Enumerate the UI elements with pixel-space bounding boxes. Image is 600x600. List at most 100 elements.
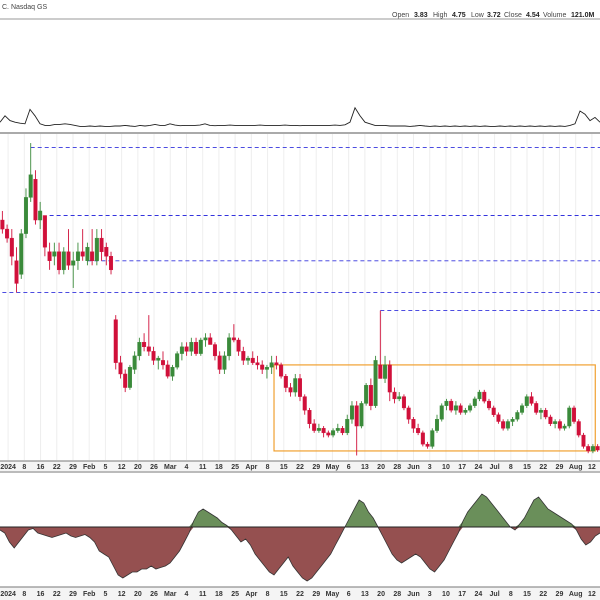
candle-body — [420, 432, 425, 445]
price-x-tick-label: 29 — [556, 464, 564, 471]
candle-body — [175, 353, 180, 368]
candle-body — [217, 355, 222, 370]
candle-body — [151, 351, 156, 361]
price-x-tick-label: May — [326, 464, 340, 471]
candle-body — [61, 251, 66, 271]
candle-body — [118, 362, 123, 375]
candle-body — [482, 391, 487, 402]
candle-body — [5, 228, 10, 239]
close-value: 4.54 — [526, 12, 540, 19]
price-x-tick-label: 24 — [474, 464, 482, 471]
osc-x-tick-label: 4 — [185, 591, 189, 598]
candle-body — [331, 430, 336, 436]
candle-body — [486, 400, 491, 409]
candle-body — [298, 378, 302, 397]
candle-body — [279, 364, 284, 377]
osc-x-tick-label: Apr — [245, 591, 257, 598]
candle-body — [132, 355, 137, 370]
candle-body — [538, 409, 543, 413]
osc-x-tick-label: 22 — [539, 591, 547, 598]
price-x-tick-label: 10 — [442, 464, 450, 471]
price-x-tick-label: 12 — [588, 464, 596, 471]
exchange-label: C. Nasdaq GS — [2, 4, 47, 11]
price-x-tick-label: Apr — [245, 464, 257, 471]
candle-body — [359, 403, 364, 427]
candle-body — [250, 357, 255, 363]
osc-x-tick-label: 26 — [150, 591, 158, 598]
candle-body — [274, 362, 279, 366]
candle-body — [80, 251, 85, 257]
candle-body — [387, 364, 392, 393]
candle-body — [47, 251, 52, 261]
candle-body — [104, 246, 109, 257]
price-x-tick-label: 8 — [22, 464, 26, 471]
candle-body — [468, 405, 473, 411]
candle-body — [430, 430, 435, 447]
price-x-tick-label: Aug — [569, 464, 583, 471]
candle-body — [562, 425, 567, 429]
candle-body — [524, 396, 529, 406]
candle-body — [194, 342, 199, 354]
candle-body — [316, 428, 321, 431]
osc-x-tick-label: Aug — [569, 591, 583, 598]
price-x-tick-label: 15 — [280, 464, 288, 471]
candle-body — [255, 362, 260, 366]
candle-body — [590, 446, 595, 452]
price-x-tick-label: 12 — [118, 464, 126, 471]
candle-body — [520, 405, 525, 413]
candle-body — [23, 197, 28, 234]
candle-body — [75, 251, 80, 261]
candle-body — [38, 210, 43, 221]
candle-body — [586, 446, 591, 452]
candle-body — [411, 419, 416, 429]
open-label: Open — [392, 12, 409, 19]
candle-body — [156, 357, 161, 361]
osc-x-tick-label: 17 — [458, 591, 466, 598]
candle-body — [543, 409, 548, 418]
candle-body — [354, 405, 359, 427]
candle-body — [71, 260, 76, 266]
candle-body — [52, 251, 57, 257]
candle-body — [453, 405, 458, 411]
candle-body — [246, 357, 251, 361]
candle-body — [222, 355, 227, 370]
close-label: Close — [504, 12, 522, 19]
osc-x-tick-label: 5 — [103, 591, 107, 598]
osc-x-tick-label: 8 — [266, 591, 270, 598]
candle-body — [42, 215, 47, 248]
candle-body — [123, 373, 128, 388]
candle-body — [293, 378, 298, 393]
osc-x-tick-label: 12 — [118, 591, 126, 598]
price-x-tick-label: 18 — [215, 464, 223, 471]
candle-body — [94, 237, 99, 261]
candle-body — [109, 256, 114, 271]
candle-body — [212, 344, 217, 357]
candle-body — [264, 366, 269, 370]
low-label: Low — [471, 12, 485, 19]
candle-body — [66, 251, 71, 266]
candle-body — [146, 346, 151, 352]
price-x-tick-label: 8 — [266, 464, 270, 471]
candle-body — [127, 366, 132, 388]
osc-x-tick-label: May — [326, 591, 340, 598]
candle-body — [595, 446, 600, 451]
osc-x-tick-label: 15 — [523, 591, 531, 598]
candle-body — [491, 407, 496, 415]
price-x-tick-label: 22 — [53, 464, 61, 471]
osc-x-tick-label: 6 — [347, 591, 351, 598]
candle-body — [378, 364, 383, 379]
candle-body — [435, 419, 440, 431]
candle-body — [576, 421, 581, 436]
price-x-tick-label: Feb — [83, 464, 95, 471]
candle-body — [312, 423, 317, 431]
osc-x-tick-label: 18 — [215, 591, 223, 598]
candle-body — [231, 337, 236, 341]
high-label: High — [433, 12, 448, 19]
candle-body — [349, 405, 354, 420]
price-x-tick-label: 6 — [347, 464, 351, 471]
candle-body — [227, 337, 232, 357]
candle-body — [572, 407, 577, 422]
osc-x-tick-label: 11 — [199, 591, 207, 598]
candle-body — [113, 319, 118, 363]
candle-body — [90, 251, 95, 261]
